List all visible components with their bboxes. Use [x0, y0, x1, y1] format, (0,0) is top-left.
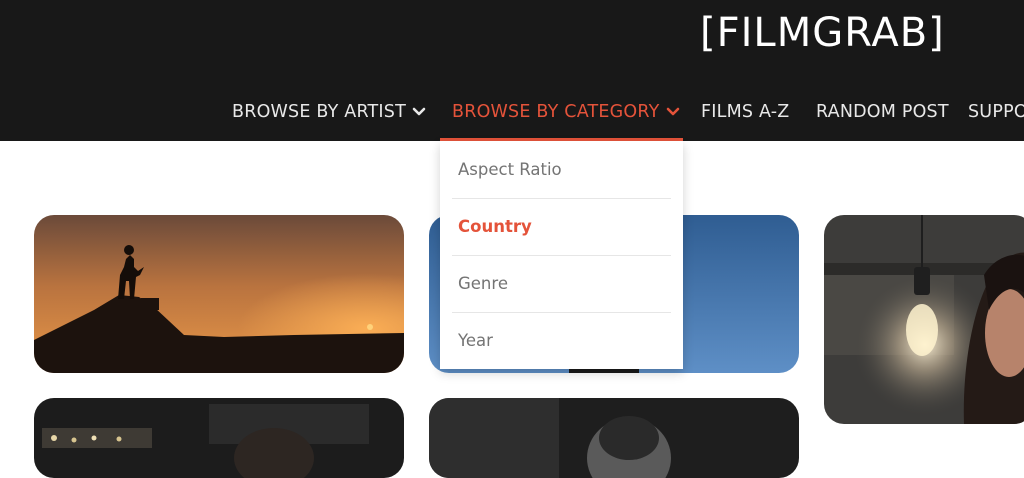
dropdown-item-year[interactable]: Year: [440, 312, 683, 369]
black-and-white-portrait-image: [429, 398, 799, 478]
film-thumbnail-car-night[interactable]: [34, 398, 404, 478]
car-interior-image: [34, 398, 404, 478]
nav-label: RANDOM POST: [816, 102, 949, 122]
nav-random-post[interactable]: RANDOM POST: [816, 98, 949, 126]
nav-label: SUPPO: [968, 102, 1024, 122]
site-header: [FILMGRAB] BROWSE BY ARTIST BROWSE BY CA…: [0, 0, 1024, 141]
film-thumbnail-black-and-white[interactable]: [429, 398, 799, 478]
chevron-down-icon: [666, 98, 680, 126]
film-thumbnail-lightbulb-portrait[interactable]: [824, 215, 1024, 424]
sunset-rooftop-image: [34, 215, 404, 373]
dropdown-item-genre[interactable]: Genre: [440, 255, 683, 312]
lightbulb-portrait-image: [824, 215, 1024, 424]
film-thumbnail-sunset-silhouette[interactable]: [34, 215, 404, 373]
site-logo[interactable]: [FILMGRAB]: [700, 10, 945, 56]
nav-label: BROWSE BY ARTIST: [232, 102, 406, 122]
nav-browse-by-artist[interactable]: BROWSE BY ARTIST: [232, 98, 426, 126]
nav-support[interactable]: SUPPO: [968, 98, 1024, 126]
nav-label: FILMS A-Z: [701, 102, 790, 122]
nav-browse-by-category[interactable]: BROWSE BY CATEGORY: [452, 98, 680, 126]
dropdown-item-aspect-ratio[interactable]: Aspect Ratio: [440, 141, 683, 198]
nav-films-a-z[interactable]: FILMS A-Z: [701, 98, 789, 126]
dropdown-item-country[interactable]: Country: [440, 198, 683, 255]
nav-label: BROWSE BY CATEGORY: [452, 102, 660, 122]
category-dropdown-menu: Aspect Ratio Country Genre Year: [440, 141, 683, 369]
chevron-down-icon: [412, 98, 426, 126]
